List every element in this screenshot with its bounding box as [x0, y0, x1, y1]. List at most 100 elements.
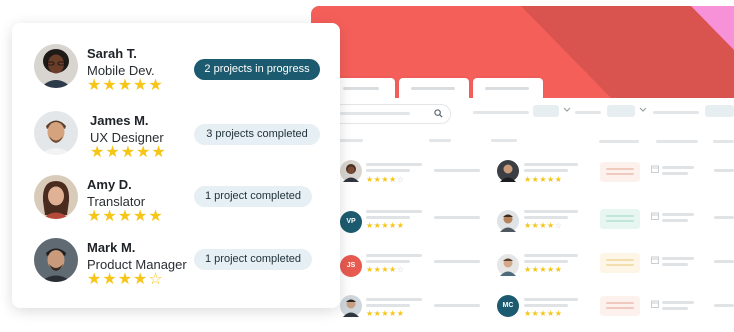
- text-line: [366, 260, 410, 263]
- text-line: [662, 172, 688, 175]
- text-line: [434, 260, 480, 263]
- avatar: [497, 210, 519, 232]
- calendar-icon: [651, 165, 659, 173]
- avatar: [34, 111, 78, 155]
- rating-stars: ★★★★★: [87, 77, 164, 94]
- status-badge: 1 project completed: [194, 249, 312, 270]
- text-line: [366, 304, 410, 307]
- text-line: [524, 169, 568, 172]
- avatar-initials: MC: [497, 295, 519, 317]
- rating-stars: ★★★★☆: [366, 175, 405, 184]
- profile-name: Sarah T.: [87, 46, 137, 61]
- status-pill: [600, 162, 640, 182]
- profile-row[interactable]: Mark M. Product Manager ★★★★☆ 1 project …: [34, 238, 330, 288]
- status-badge: 2 projects in progress: [194, 59, 320, 80]
- text-line: [714, 169, 734, 172]
- chevron-down-icon[interactable]: [639, 107, 647, 113]
- status-badge: 3 projects completed: [194, 124, 320, 145]
- text-line: [366, 216, 410, 219]
- calendar-icon: [651, 212, 659, 220]
- rating-stars: ★★★★★: [87, 208, 164, 225]
- freelancer-card: Sarah T. Mobile Dev. ★★★★★ 2 projects in…: [12, 23, 340, 308]
- filter-label: [575, 111, 601, 114]
- text-line: [366, 169, 410, 172]
- status-pill: [600, 209, 640, 229]
- filter-label: [653, 111, 699, 114]
- avatar: [340, 160, 362, 182]
- text-line: [434, 169, 480, 172]
- avatar: [34, 44, 78, 88]
- background-app-window: ★★★★☆ ★★★★★ VP ★★★★★ ★★★★☆ JS ★★★★☆ ★★★★…: [311, 6, 734, 332]
- search-input[interactable]: [331, 104, 451, 124]
- profile-role: Mobile Dev.: [87, 63, 155, 78]
- filter-select[interactable]: [607, 105, 635, 117]
- column-header: [656, 140, 698, 143]
- column-header: [491, 139, 517, 142]
- app-tab[interactable]: [399, 78, 469, 100]
- text-line: [714, 216, 734, 219]
- profile-row[interactable]: Amy D. Translator ★★★★★ 1 project comple…: [34, 175, 330, 225]
- profile-name: Mark M.: [87, 240, 136, 255]
- avatar: [34, 175, 78, 219]
- filter-label: [473, 111, 529, 114]
- column-header: [599, 140, 639, 143]
- text-line: [524, 163, 578, 166]
- text-line: [366, 210, 422, 213]
- text-line: [524, 210, 578, 213]
- rating-stars: ★★★★★: [524, 265, 563, 274]
- text-line: [524, 298, 578, 301]
- calendar-icon: [651, 300, 659, 308]
- text-line: [662, 301, 694, 304]
- status-badge: 1 project completed: [194, 186, 312, 207]
- text-line: [662, 257, 694, 260]
- profile-role: UX Designer: [90, 130, 164, 145]
- text-line: [524, 304, 568, 307]
- app-tab[interactable]: [473, 78, 543, 100]
- text-line: [662, 219, 688, 222]
- text-line: [366, 163, 422, 166]
- app-tab[interactable]: [331, 78, 395, 100]
- text-line: [714, 304, 734, 307]
- profile-row[interactable]: Sarah T. Mobile Dev. ★★★★★ 2 projects in…: [34, 44, 330, 94]
- column-header: [429, 139, 451, 142]
- profile-name: Amy D.: [87, 177, 132, 192]
- rating-stars: ★★★★☆: [87, 271, 164, 288]
- text-line: [434, 304, 480, 307]
- text-line: [366, 254, 422, 257]
- avatar-initials: JS: [340, 255, 362, 277]
- text-line: [524, 260, 568, 263]
- text-line: [662, 166, 694, 169]
- status-pill: [600, 253, 640, 273]
- chevron-down-icon[interactable]: [563, 107, 571, 113]
- avatar: [497, 254, 519, 276]
- filter-select[interactable]: [533, 105, 559, 117]
- text-line: [662, 263, 688, 266]
- rating-stars: ★★★★☆: [366, 265, 405, 274]
- avatar: [497, 160, 519, 182]
- rating-stars: ★★★★★: [366, 309, 405, 318]
- text-line: [662, 307, 688, 310]
- column-header: [713, 140, 734, 143]
- avatar: [340, 295, 362, 317]
- text-line: [434, 216, 480, 219]
- rating-stars: ★★★★★: [524, 309, 563, 318]
- status-pill: [600, 296, 640, 316]
- search-icon: [434, 109, 443, 118]
- text-line: [524, 254, 578, 257]
- text-line: [714, 260, 734, 263]
- avatar: [34, 238, 78, 282]
- rating-stars: ★★★★☆: [524, 221, 563, 230]
- profile-name: James M.: [90, 113, 149, 128]
- profile-role: Translator: [87, 194, 146, 209]
- rating-stars: ★★★★★: [524, 175, 563, 184]
- rating-stars: ★★★★★: [90, 144, 167, 161]
- calendar-icon: [651, 256, 659, 264]
- text-line: [524, 216, 568, 219]
- profile-role: Product Manager: [87, 257, 187, 272]
- profile-row[interactable]: James M. UX Designer ★★★★★ 3 projects co…: [34, 111, 330, 161]
- avatar-initials: VP: [340, 211, 362, 233]
- text-line: [662, 213, 694, 216]
- rating-stars: ★★★★★: [366, 221, 405, 230]
- text-line: [366, 298, 422, 301]
- filter-select[interactable]: [705, 105, 734, 117]
